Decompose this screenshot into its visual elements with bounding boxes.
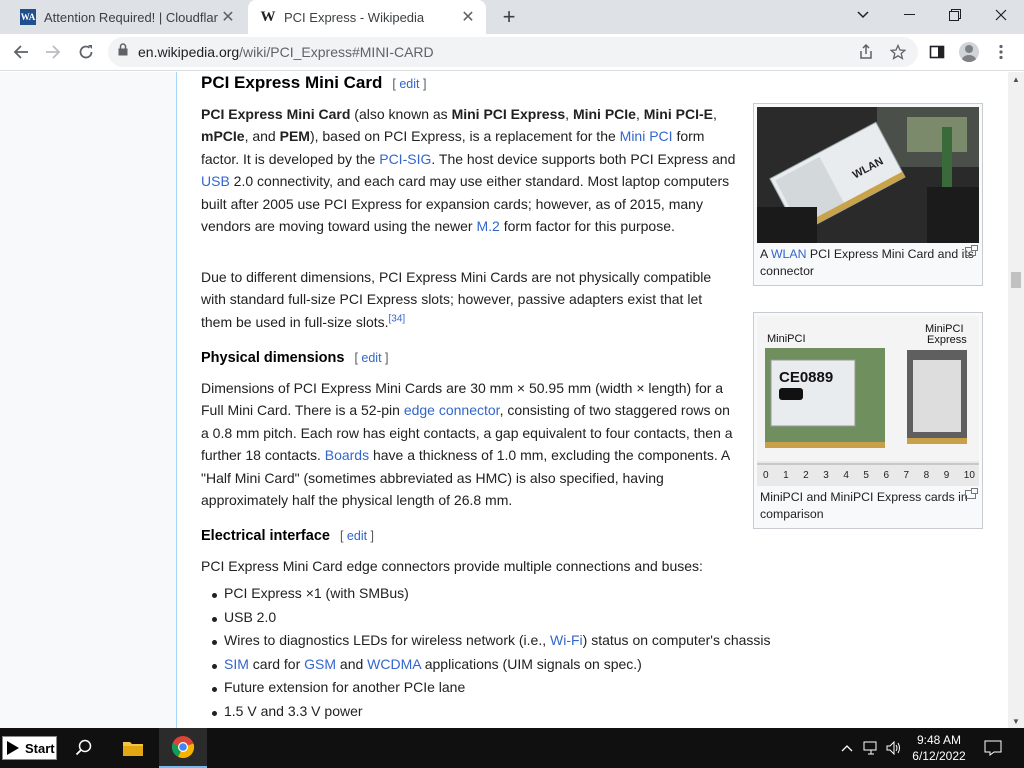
- reload-icon[interactable]: [73, 39, 99, 65]
- svg-text:CE0889: CE0889: [779, 369, 833, 386]
- wa-favicon-icon: WA: [20, 9, 36, 25]
- bus-list: PCI Express ×1 (with SMBus) USB 2.0 Wire…: [201, 582, 771, 724]
- intro-paragraph: PCI Express Mini Card (also known as Min…: [201, 106, 736, 235]
- restore-button[interactable]: [932, 0, 978, 30]
- list-item: SIM card for GSM and WCDMA applications …: [201, 653, 771, 677]
- svg-text:MiniPCI: MiniPCI: [767, 333, 806, 345]
- mini-pci-link[interactable]: Mini PCI: [620, 128, 673, 144]
- wifi-link[interactable]: Wi-Fi: [550, 632, 583, 648]
- list-item: Future extension for another PCIe lane: [201, 676, 771, 700]
- subsection-heading-physical: Physical dimensions[ edit ]: [201, 350, 389, 366]
- reference-link[interactable]: [34]: [389, 313, 406, 324]
- bookmark-star-icon[interactable]: [885, 39, 911, 65]
- network-icon[interactable]: [860, 728, 882, 768]
- chrome-icon[interactable]: [159, 728, 207, 768]
- address-bar[interactable]: en.wikipedia.org/wiki/PCI_Express#MINI-C…: [108, 37, 918, 67]
- enlarge-icon[interactable]: [965, 245, 978, 256]
- tab-title: PCI Express - Wikipedia: [284, 9, 425, 25]
- list-item: 1.5 V and 3.3 V power: [201, 700, 771, 724]
- share-icon[interactable]: [853, 39, 879, 65]
- usb-link[interactable]: USB: [201, 173, 230, 189]
- forward-arrow-icon[interactable]: [40, 39, 66, 65]
- tab-wikipedia[interactable]: W PCI Express - Wikipedia ✕: [248, 0, 486, 34]
- system-clock[interactable]: 9:48 AM 6/12/2022: [905, 732, 973, 764]
- figure-caption: A WLAN PCI Express Mini Card and its con…: [757, 243, 979, 282]
- close-tab-icon[interactable]: ✕: [218, 7, 238, 27]
- compatibility-paragraph: Due to different dimensions, PCI Express…: [201, 269, 712, 330]
- boards-link[interactable]: Boards: [325, 447, 369, 463]
- close-window-button[interactable]: [978, 0, 1024, 30]
- tab-title: Attention Required! | Cloudflare: [44, 9, 218, 25]
- figure-minipci-comparison: MiniPCI MiniPCI Express CE0889 012345678…: [753, 312, 983, 529]
- minipci-comparison-image[interactable]: MiniPCI MiniPCI Express CE0889 012345678…: [757, 316, 979, 486]
- clock-date: 6/12/2022: [912, 749, 966, 763]
- browser-toolbar: en.wikipedia.org/wiki/PCI_Express#MINI-C…: [0, 34, 1024, 71]
- figure-caption: MiniPCI and MiniPCI Express cards in com…: [757, 486, 979, 525]
- volume-icon[interactable]: [884, 728, 904, 768]
- wlan-card-image[interactable]: WLAN: [757, 107, 979, 243]
- svg-text:Express: Express: [927, 334, 967, 346]
- dimensions-paragraph: Dimensions of PCI Express Mini Cards are…: [201, 380, 733, 509]
- back-arrow-icon[interactable]: [8, 39, 34, 65]
- file-explorer-icon[interactable]: [109, 728, 157, 768]
- wiki-sidebar: [0, 72, 177, 728]
- scroll-up-arrow-icon[interactable]: ▲: [1008, 72, 1024, 86]
- wikipedia-favicon-icon: W: [260, 8, 276, 25]
- tab-cloudflare[interactable]: WA Attention Required! | Cloudflare ✕: [8, 0, 246, 34]
- list-item: PCI Express ×1 (with SMBus): [201, 582, 771, 606]
- page-viewport: PCI Express Mini Card[ edit ] PCI Expres…: [0, 72, 1008, 728]
- page-scrollbar[interactable]: ▲ ▼: [1008, 72, 1024, 728]
- tray-chevron-up-icon[interactable]: [838, 728, 856, 768]
- figure-wlan-card: WLAN A WLAN PCI Express Mini Card and it…: [753, 103, 983, 286]
- wcdma-link[interactable]: WCDMA: [367, 656, 421, 672]
- tab-strip: WA Attention Required! | Cloudflare ✕ W …: [0, 0, 1024, 34]
- tab-search-chevron-icon[interactable]: [840, 0, 886, 30]
- side-panel-icon[interactable]: [924, 39, 950, 65]
- wlan-link[interactable]: WLAN: [771, 247, 807, 261]
- list-item: Wires to diagnostics LEDs for wireless n…: [201, 629, 771, 653]
- profile-avatar-icon[interactable]: [956, 39, 982, 65]
- edit-section-link[interactable]: [ edit ]: [340, 529, 374, 543]
- ruler-labels: 0 1 2 3 4 5 6 7 8 9 10: [763, 470, 975, 481]
- sim-link[interactable]: SIM: [224, 656, 249, 672]
- edit-section-link[interactable]: [ edit ]: [354, 351, 388, 365]
- scroll-down-arrow-icon[interactable]: ▼: [1008, 714, 1024, 728]
- scrollbar-thumb[interactable]: [1011, 272, 1021, 288]
- enlarge-icon[interactable]: [965, 488, 978, 499]
- section-heading: PCI Express Mini Card[ edit ]: [201, 73, 427, 92]
- start-button[interactable]: Start: [2, 736, 57, 760]
- list-item: USB 2.0: [201, 606, 771, 630]
- minimize-button[interactable]: [886, 0, 932, 30]
- edge-connector-link[interactable]: edge connector: [404, 402, 500, 418]
- lock-icon[interactable]: [118, 43, 128, 61]
- gsm-link[interactable]: GSM: [304, 656, 336, 672]
- m2-link[interactable]: M.2: [476, 218, 499, 234]
- close-tab-icon[interactable]: ✕: [458, 7, 478, 27]
- start-flag-icon: [7, 741, 19, 755]
- notifications-icon[interactable]: [982, 728, 1004, 768]
- electrical-paragraph: PCI Express Mini Card edge connectors pr…: [201, 558, 703, 574]
- windows-taskbar: Start 9:48 AM 6/12/2022: [0, 728, 1024, 768]
- new-tab-button[interactable]: +: [498, 4, 520, 29]
- subsection-heading-electrical: Electrical interface[ edit ]: [201, 528, 375, 544]
- pci-sig-link[interactable]: PCI-SIG: [379, 151, 431, 167]
- search-icon[interactable]: [60, 728, 108, 768]
- menu-kebab-icon[interactable]: [988, 39, 1014, 65]
- url-text: en.wikipedia.org/wiki/PCI_Express#MINI-C…: [138, 44, 434, 60]
- edit-section-link[interactable]: [ edit ]: [392, 77, 426, 91]
- clock-time: 9:48 AM: [916, 733, 962, 747]
